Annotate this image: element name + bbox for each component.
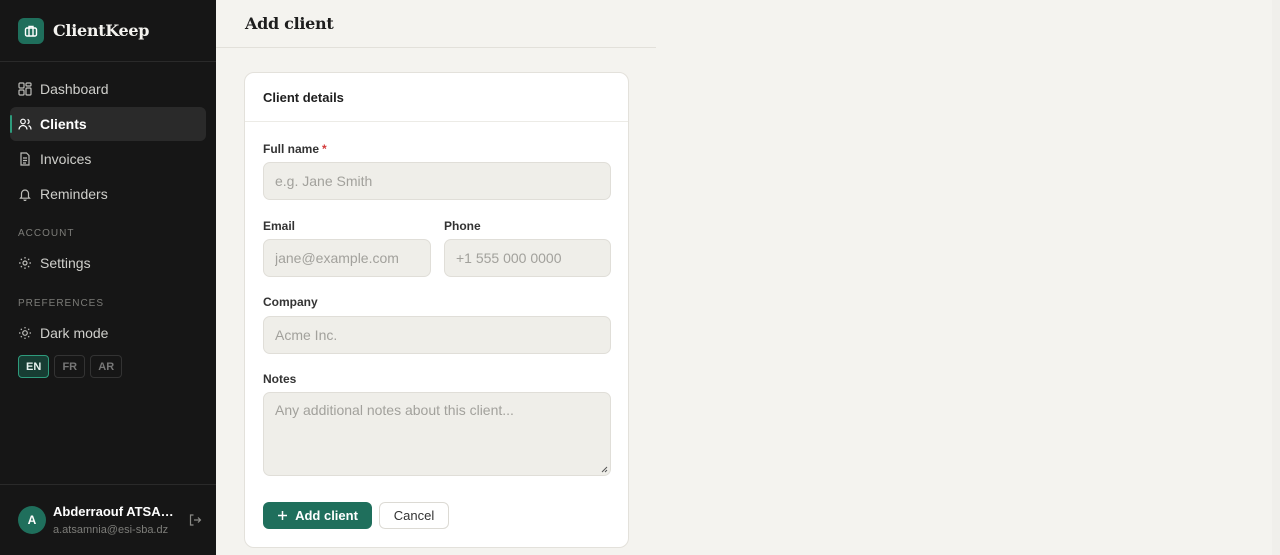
full-name-label-text: Full name [263, 142, 320, 156]
user-info: Abderraouf ATSAM... a.atsamnia@esi-sba.d… [53, 504, 177, 536]
card-title: Client details [245, 73, 628, 122]
app-name: ClientKeep [53, 21, 150, 40]
client-details-card: Client details Full name* Email Phone Co… [244, 72, 629, 548]
nav-item-invoices[interactable]: Invoices [10, 142, 206, 176]
nav-item-label: Reminders [40, 186, 108, 202]
language-en-button[interactable]: EN [18, 355, 50, 378]
nav-item-settings[interactable]: Settings [10, 246, 206, 280]
language-ar-button[interactable]: AR [90, 355, 123, 378]
nav-item-label: Settings [40, 255, 91, 271]
gear-icon [18, 256, 32, 270]
required-mark: * [322, 142, 327, 156]
users-icon [18, 117, 32, 131]
language-fr-button[interactable]: FR [54, 355, 86, 378]
logout-icon[interactable] [188, 513, 202, 527]
language-switcher: EN FR AR [0, 355, 216, 378]
phone-input[interactable] [444, 239, 611, 277]
plus-icon [277, 510, 288, 521]
email-label: Email [263, 219, 296, 233]
section-label-account: ACCOUNT [18, 227, 75, 239]
sun-icon [18, 326, 32, 340]
nav-item-label: Clients [40, 116, 87, 132]
user-name: Abderraouf ATSAM... [53, 504, 177, 519]
page-scrollbar[interactable] [1272, 0, 1280, 555]
page-title: Add client [245, 14, 334, 33]
user-email: a.atsamnia@esi-sba.dz [53, 524, 169, 536]
brand[interactable]: ClientKeep [0, 0, 216, 62]
full-name-input[interactable] [263, 162, 611, 200]
phone-label: Phone [444, 219, 481, 233]
add-client-button[interactable]: Add client [263, 502, 372, 529]
company-label: Company [263, 295, 318, 309]
dark-mode-toggle[interactable]: Dark mode [10, 316, 206, 350]
cancel-button[interactable]: Cancel [379, 502, 449, 529]
main-nav: Dashboard Clients Invoices Reminders [0, 62, 216, 211]
dark-mode-label: Dark mode [40, 325, 109, 341]
nav-item-label: Dashboard [40, 81, 109, 97]
notes-wrapper [263, 392, 611, 476]
grid-icon [18, 82, 32, 96]
add-client-label: Add client [295, 508, 358, 523]
document-icon [18, 152, 32, 166]
user-profile: A Abderraouf ATSAM... a.atsamnia@esi-sba… [0, 484, 216, 555]
company-input[interactable] [263, 316, 611, 354]
sidebar: ClientKeep Dashboard Clients Invoices Re… [0, 0, 216, 555]
resize-grip-icon[interactable] [600, 465, 608, 473]
nav-item-dashboard[interactable]: Dashboard [10, 72, 206, 106]
avatar: A [18, 506, 46, 534]
nav-item-clients[interactable]: Clients [10, 107, 206, 141]
nav-item-label: Invoices [40, 151, 92, 167]
nav-item-reminders[interactable]: Reminders [10, 177, 206, 211]
briefcase-icon [18, 17, 44, 44]
notes-label: Notes [263, 372, 297, 386]
page-header: Add client [216, 0, 656, 48]
section-label-preferences: PREFERENCES [18, 297, 105, 309]
notes-textarea[interactable] [263, 392, 611, 476]
bell-icon [18, 187, 32, 201]
email-input[interactable] [263, 239, 431, 277]
full-name-label: Full name * [263, 142, 327, 156]
